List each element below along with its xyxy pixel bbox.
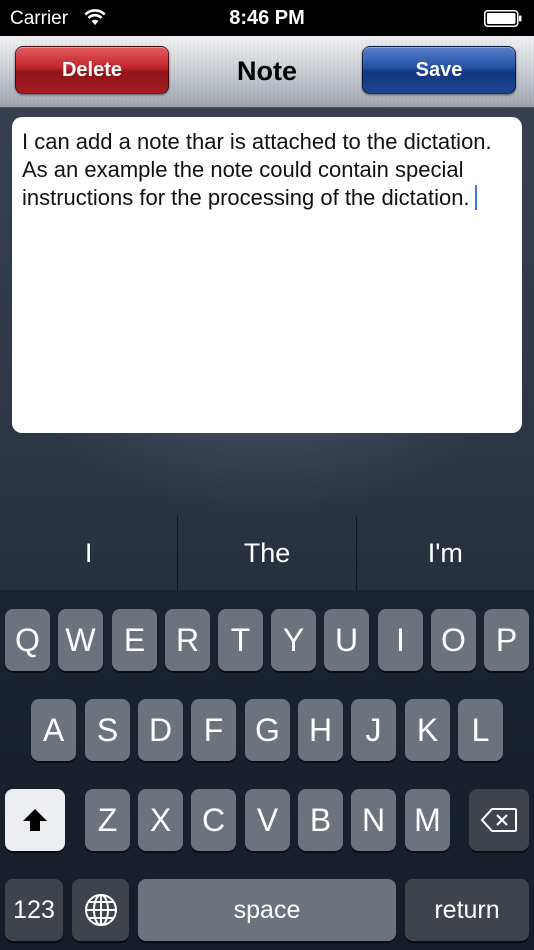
backspace-key[interactable] [469, 789, 529, 851]
keyboard: Q W E R T Y U I O P A S D F G H J K L Z … [0, 590, 534, 950]
key-e[interactable]: E [112, 609, 157, 671]
shift-arrow-icon [23, 809, 47, 831]
note-text: I can add a note thar is attached to the… [22, 129, 492, 210]
space-key[interactable]: space [138, 879, 396, 941]
note-text-area[interactable]: I can add a note thar is attached to the… [12, 117, 522, 433]
text-caret [474, 185, 477, 210]
numbers-key[interactable]: 123 [5, 879, 63, 941]
clock-label: 8:46 PM [229, 7, 305, 29]
key-y[interactable]: Y [271, 609, 316, 671]
key-d[interactable]: D [138, 699, 183, 761]
key-b[interactable]: B [298, 789, 343, 851]
key-s[interactable]: S [85, 699, 130, 761]
key-t[interactable]: T [218, 609, 263, 671]
key-x[interactable]: X [138, 789, 183, 851]
key-o[interactable]: O [431, 609, 476, 671]
key-k[interactable]: K [405, 699, 450, 761]
suggestion-1[interactable]: I [0, 516, 177, 590]
key-v[interactable]: V [245, 789, 290, 851]
backspace-icon [480, 808, 517, 832]
globe-icon [84, 894, 117, 926]
key-a[interactable]: A [31, 699, 76, 761]
key-j[interactable]: J [351, 699, 396, 761]
key-r[interactable]: R [165, 609, 210, 671]
key-g[interactable]: G [245, 699, 290, 761]
key-h[interactable]: H [298, 699, 343, 761]
shift-key[interactable] [5, 789, 65, 851]
key-n[interactable]: N [351, 789, 396, 851]
suggestion-bar: I The I'm [0, 516, 534, 590]
key-q[interactable]: Q [5, 609, 50, 671]
key-w[interactable]: W [58, 609, 103, 671]
key-u[interactable]: U [324, 609, 369, 671]
key-l[interactable]: L [458, 699, 503, 761]
key-z[interactable]: Z [85, 789, 130, 851]
key-i[interactable]: I [378, 609, 423, 671]
key-m[interactable]: M [405, 789, 450, 851]
status-bar: Carrier 8:46 PM [0, 0, 534, 36]
key-c[interactable]: C [191, 789, 236, 851]
battery-icon [484, 10, 522, 27]
return-key[interactable]: return [405, 879, 529, 941]
suggestion-2[interactable]: The [177, 516, 355, 590]
globe-key[interactable] [72, 879, 129, 941]
key-f[interactable]: F [191, 699, 236, 761]
suggestion-3[interactable]: I'm [355, 516, 534, 590]
key-p[interactable]: P [484, 609, 529, 671]
save-button[interactable]: Save [362, 46, 516, 94]
navigation-bar: Delete Note Save [0, 36, 534, 108]
screen: Carrier 8:46 PM Delete Note Save I can a… [0, 0, 534, 950]
